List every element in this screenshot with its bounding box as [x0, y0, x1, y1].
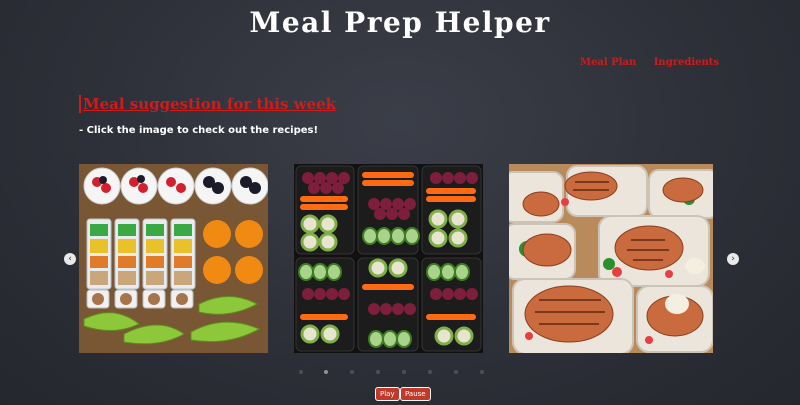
nav-item-meal-plan[interactable]: Meal Plan [580, 57, 636, 68]
slide-grilled-chicken-boxes[interactable] [509, 164, 713, 353]
slide-fruit-and-snack-prep[interactable] [79, 164, 268, 353]
chevron-left-icon: ‹ [68, 254, 72, 264]
section-title: Meal suggestion for this week [79, 95, 336, 113]
slide-veggie-wrap-boxes[interactable] [294, 164, 483, 353]
prev-slide-button[interactable]: ‹ [64, 253, 76, 265]
next-slide-button[interactable]: › [727, 253, 739, 265]
chevron-right-icon: › [731, 254, 735, 264]
section-subtitle: - Click the image to check out the recip… [79, 125, 319, 136]
slide-indicator[interactable] [299, 370, 303, 374]
slide-indicator[interactable] [428, 370, 432, 374]
meal-image-grilled-chicken [509, 164, 713, 353]
meal-image-veggie-wraps [294, 164, 483, 353]
nav-item-ingredients[interactable]: Ingredients [654, 57, 719, 68]
slide-indicator[interactable] [402, 370, 406, 374]
slide-indicators [294, 370, 504, 376]
slide-indicator[interactable] [350, 370, 354, 374]
play-button[interactable]: Play [375, 387, 400, 401]
slide-indicator[interactable] [376, 370, 380, 374]
meal-image-fruit-prep [79, 164, 268, 353]
slide-indicator[interactable] [454, 370, 458, 374]
slide-indicator[interactable] [480, 370, 484, 374]
top-nav: Meal Plan Ingredients [580, 57, 733, 68]
page-title: Meal Prep Helper [249, 6, 551, 39]
pause-button[interactable]: Pause [400, 387, 431, 401]
slide-indicator-active[interactable] [324, 370, 328, 374]
